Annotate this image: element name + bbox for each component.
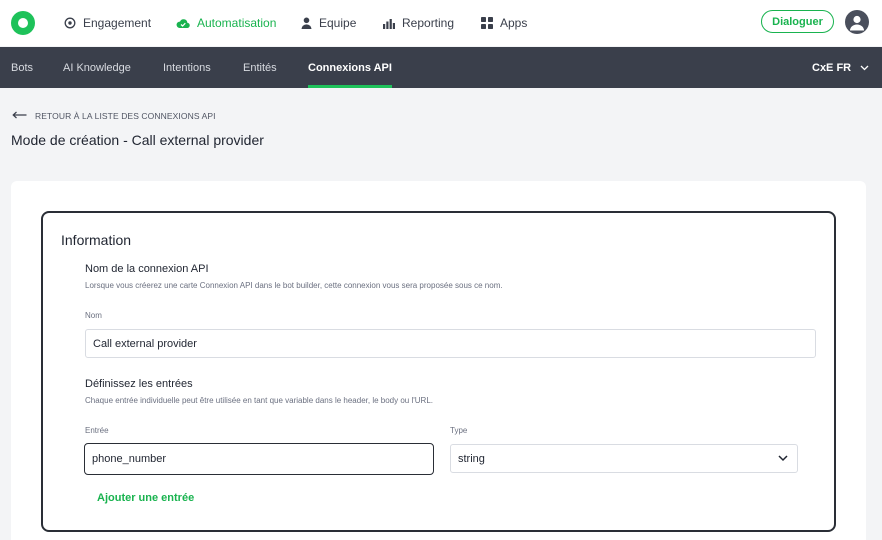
tab-intentions[interactable]: Intentions	[163, 47, 211, 88]
target-icon	[64, 17, 76, 29]
name-input[interactable]: Call external provider	[85, 329, 816, 358]
add-entry-button[interactable]: Ajouter une entrée	[97, 492, 194, 504]
entry-input-value: phone_number	[92, 453, 167, 465]
workspace-label: CxE FR	[812, 61, 852, 74]
section-title: Information	[61, 232, 132, 248]
nav-equipe-label: Equipe	[319, 16, 357, 30]
nav-reporting-label: Reporting	[402, 16, 455, 30]
page-title: Mode de création - Call external provide…	[11, 132, 264, 148]
nav-engagement-label: Engagement	[83, 16, 152, 30]
nav-equipe[interactable]: Equipe	[301, 0, 356, 46]
tab-entites[interactable]: Entités	[243, 47, 277, 88]
inputs-section-help: Chaque entrée individuelle peut être uti…	[85, 396, 433, 405]
person-icon	[301, 17, 312, 29]
workspace-selector[interactable]: CxE FR	[812, 47, 869, 88]
chevron-down-icon	[860, 62, 869, 74]
inputs-section-title: Définissez les entrées	[85, 378, 193, 390]
dialoguer-button[interactable]: Dialoguer	[761, 10, 834, 33]
name-input-value: Call external provider	[93, 337, 197, 350]
bar-chart-icon	[383, 18, 395, 29]
back-link-label: RETOUR À LA LISTE DES CONNEXIONS API	[35, 111, 216, 121]
top-navbar: Engagement Automatisation Equipe Reporti…	[0, 0, 882, 46]
entry-input[interactable]: phone_number	[84, 443, 434, 475]
sub-navbar: Bots AI Knowledge Intentions Entités Con…	[0, 47, 882, 88]
grid-icon	[481, 17, 493, 29]
nav-automatisation[interactable]: Automatisation	[176, 0, 276, 46]
type-select[interactable]: string	[450, 444, 798, 473]
type-field-label: Type	[450, 426, 468, 435]
information-section	[41, 211, 836, 532]
type-select-value: string	[458, 452, 485, 465]
chevron-down-icon	[778, 453, 788, 465]
nav-automatisation-label: Automatisation	[197, 16, 277, 30]
name-field-label: Nom	[85, 311, 102, 320]
tab-connexions-api[interactable]: Connexions API	[308, 47, 392, 88]
arrow-left-icon	[12, 111, 27, 121]
name-section-title: Nom de la connexion API	[85, 263, 209, 275]
user-avatar-icon	[850, 15, 864, 31]
nav-apps-label: Apps	[500, 16, 528, 30]
cloud-icon	[176, 18, 190, 29]
nav-engagement[interactable]: Engagement	[64, 0, 151, 46]
app-logo[interactable]	[11, 11, 35, 35]
name-section-help: Lorsque vous créerez une carte Connexion…	[85, 281, 503, 290]
tab-ai-knowledge[interactable]: AI Knowledge	[63, 47, 131, 88]
entry-field-label: Entrée	[85, 426, 109, 435]
back-link[interactable]: RETOUR À LA LISTE DES CONNEXIONS API	[12, 111, 216, 121]
nav-apps[interactable]: Apps	[481, 0, 527, 46]
tab-bots[interactable]: Bots	[11, 47, 33, 88]
avatar[interactable]	[845, 10, 869, 34]
nav-reporting[interactable]: Reporting	[383, 0, 454, 46]
